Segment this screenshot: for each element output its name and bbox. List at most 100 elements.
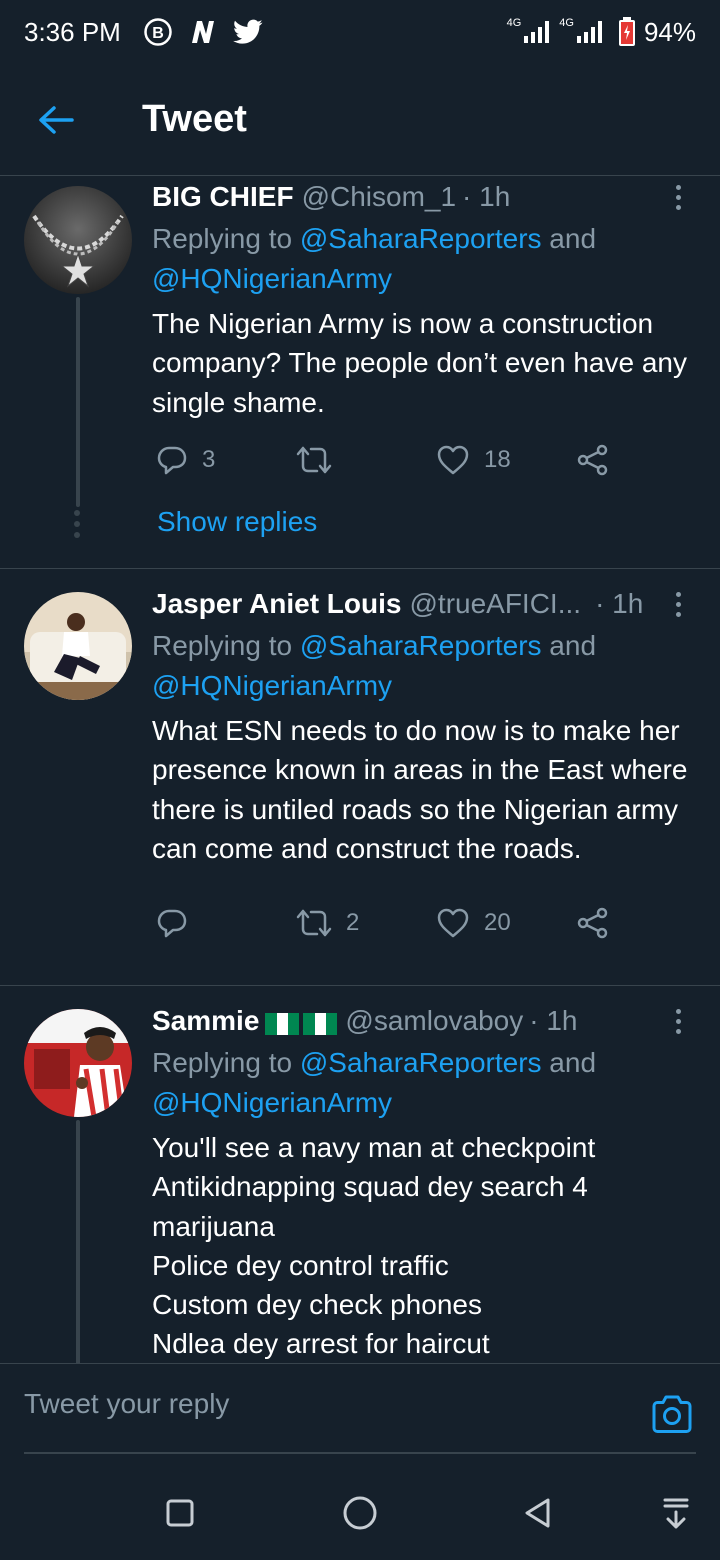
replying-to: Replying to @SaharaReporters and @HQNige… [152,219,672,299]
circle-icon [343,1496,377,1530]
tweet-actions: 3 18 [152,440,632,480]
show-replies-link[interactable]: Show replies [157,506,317,538]
battery-level: 94% [643,16,696,47]
more-options-icon[interactable] [668,177,688,217]
square-icon [166,1499,194,1527]
tweet-text: The Nigerian Army is now a construction … [152,308,687,418]
heart-icon [437,908,469,938]
network-1-label: 4G [506,17,522,29]
reply-icon [157,909,187,938]
retweet-button[interactable]: 2 [296,903,359,943]
app-header: Tweet [0,64,720,176]
tweet-time: · 1h [529,1005,578,1036]
replying-to: Replying to @SaharaReporters and @HQNige… [152,1043,672,1123]
svg-text:B: B [152,25,164,42]
triangle-back-icon [525,1498,550,1528]
author-handle[interactable]: @Chisom_1 [302,181,456,213]
author-name[interactable]: Jasper Aniet Louis [152,588,401,620]
camera-button[interactable] [650,1392,694,1436]
retweet-icon [296,909,332,937]
notification-down-icon [663,1498,689,1529]
tweet-text: What ESN needs to do now is to make her … [152,715,688,864]
reply-button[interactable]: 3 [156,440,215,480]
thread-dots [74,510,80,538]
tweet-header: Sammie @samlovaboy · 1h [152,1001,664,1041]
tweet-time: · 1h [595,588,644,619]
avatar[interactable] [24,1009,132,1117]
battery-charging-icon [618,17,635,46]
mention-link[interactable]: @SaharaReporters [300,223,542,254]
status-left-icons: B [143,17,263,47]
author-name[interactable]: BIG CHIEF [152,181,294,213]
avatar[interactable] [24,592,132,700]
thread-line [76,297,80,507]
share-button[interactable] [576,440,610,480]
reply-composer [0,1363,720,1465]
mention-link[interactable]: @HQNigerianArmy [152,1087,392,1118]
signal-icon-2 [576,21,602,43]
replies-feed[interactable]: BIG CHIEF @Chisom_1 · 1h Replying to @Sa… [0,177,720,1363]
tweet-header: BIG CHIEF @Chisom_1 · 1h [152,177,664,217]
replying-to-label: Replying to [152,1047,300,1078]
back-nav-button[interactable] [518,1493,558,1533]
avatar[interactable] [24,186,132,294]
mention-link[interactable]: @SaharaReporters [300,1047,542,1078]
notification-button[interactable] [656,1493,696,1533]
tweet-actions: 2 20 [152,903,632,943]
author-handle[interactable]: @trueAFICI... [409,588,581,620]
replying-to-label: Replying to [152,223,300,254]
replying-and: and [541,223,597,254]
tweet-card[interactable]: BIG CHIEF @Chisom_1 · 1h Replying to @Sa… [0,177,720,568]
tweet-header: Jasper Aniet Louis @trueAFICI... · 1h [152,584,664,624]
camera-icon [652,1395,692,1433]
heart-icon [437,445,469,475]
like-count: 20 [484,909,511,936]
replying-to-label: Replying to [152,630,300,661]
retweet-icon [296,446,332,474]
signal-icon [524,21,550,43]
reply-icon [157,446,187,475]
share-button[interactable] [576,903,610,943]
mention-link[interactable]: @HQNigerianArmy [152,263,392,294]
nigeria-flag-emoji [265,1010,300,1035]
twitter-bird-icon [232,19,263,44]
recents-button[interactable] [160,1493,200,1533]
more-options-icon[interactable] [668,1001,688,1041]
reply-input[interactable] [24,1388,624,1420]
author-name[interactable]: Sammie [152,1005,259,1037]
retweet-count: 2 [346,909,360,936]
input-underline [24,1452,696,1454]
author-handle[interactable]: @samlovaboy [345,1005,523,1037]
b-circle-icon: B [144,18,172,46]
like-button[interactable]: 18 [436,440,511,480]
nigeria-flag-emoji [303,1010,338,1035]
status-time: 3:36 PM [24,16,121,47]
system-nav-bar [0,1465,720,1560]
reply-count: 3 [202,446,216,473]
more-options-icon[interactable] [668,584,688,624]
thread-line [76,1120,80,1363]
tweet-card[interactable]: Jasper Aniet Louis @trueAFICI... · 1h Re… [0,569,720,985]
like-button[interactable]: 20 [436,903,511,943]
tweet-time: · 1h [462,181,511,212]
share-icon [577,907,608,939]
back-button[interactable] [26,90,86,150]
status-bar: 3:36 PM B 4G 4G 94% [0,0,720,64]
tweet-card[interactable]: Sammie @samlovaboy · 1h Replying to @Sah… [0,986,720,1363]
mention-link[interactable]: @HQNigerianArmy [152,670,392,701]
retweet-button[interactable] [296,440,346,480]
reply-button[interactable] [156,903,202,943]
like-count: 18 [484,446,511,473]
tweet-text: You'll see a navy man at checkpoint Anti… [152,1132,596,1360]
arrow-left-icon [39,105,74,134]
n-logo-icon [191,21,214,43]
status-right: 4G 4G 94% [507,17,696,48]
share-icon [577,444,608,476]
replying-and: and [541,1047,597,1078]
replying-and: and [541,630,597,661]
page-title: Tweet [142,98,247,140]
replying-to: Replying to @SaharaReporters and @HQNige… [152,626,672,706]
home-button[interactable] [340,1493,380,1533]
mention-link[interactable]: @SaharaReporters [300,630,542,661]
network-2-label: 4G [559,17,574,29]
